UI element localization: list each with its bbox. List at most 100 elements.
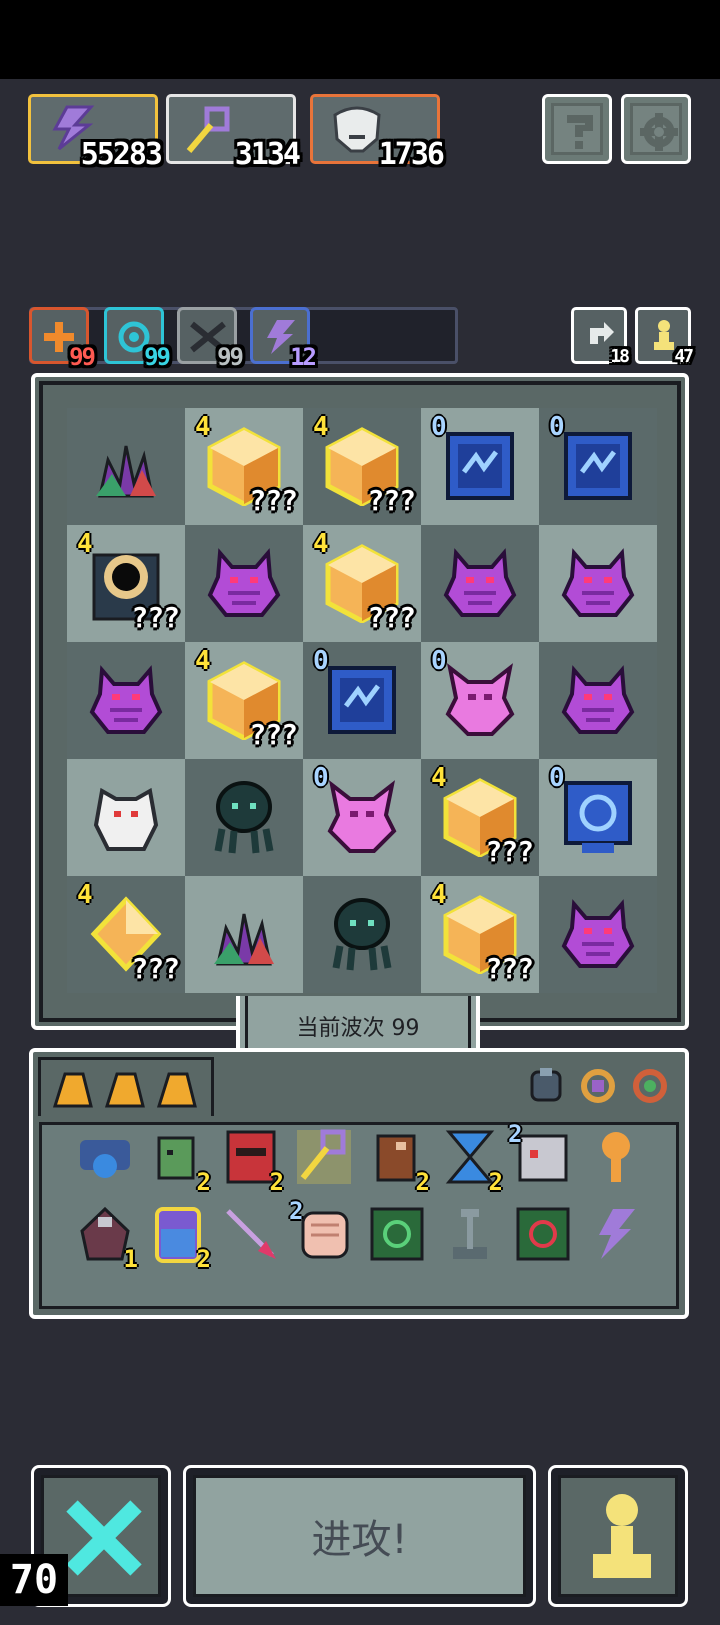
hourglass-item[interactable]: 2 [439, 1126, 503, 1196]
reroll-button[interactable]: 18 [571, 307, 630, 367]
unit-level: 4 [77, 529, 93, 559]
board-cell[interactable]: 0 [303, 642, 421, 759]
purple-demon-sprite [561, 548, 635, 617]
item-count: 1 [123, 1245, 138, 1273]
board-cell[interactable]: 4??? [67, 876, 185, 993]
board-cell[interactable]: 4??? [421, 759, 539, 876]
board-cell[interactable]: 4??? [303, 408, 421, 525]
helmet-counter: 1736 [310, 94, 445, 172]
attack-buff[interactable]: 99 [29, 307, 96, 371]
settings-icon [640, 113, 678, 151]
green-rune-item[interactable] [366, 1203, 428, 1265]
helmet-value: 1736 [378, 137, 445, 172]
board-cell[interactable] [539, 525, 657, 642]
unknown-marker: ??? [367, 601, 416, 634]
board-cell[interactable]: 4??? [185, 642, 303, 759]
unknown-marker: ??? [131, 601, 180, 634]
spiral-buff[interactable]: 99 [104, 307, 171, 371]
status-bar [0, 0, 720, 79]
blue-clock-tablet-sprite [564, 781, 632, 853]
brown-beast-item[interactable]: 2 [366, 1126, 430, 1196]
board-cell[interactable] [67, 759, 185, 876]
shard-icon[interactable] [157, 1072, 197, 1108]
blue-tablet-sprite [328, 666, 396, 734]
lever-item[interactable] [439, 1203, 501, 1265]
crystal-plant-sprite [96, 445, 156, 498]
sword-buff-value: 99 [217, 343, 244, 371]
orange-key-item[interactable] [585, 1126, 647, 1188]
arrow-icon [226, 1209, 276, 1259]
anchor-item[interactable]: 1 [74, 1203, 138, 1273]
board-cell[interactable]: 4??? [67, 525, 185, 642]
unknown-marker: ??? [367, 484, 416, 517]
unit-level: 0 [431, 646, 447, 676]
attack-buff-value: 99 [69, 343, 96, 371]
board-cell[interactable]: 0 [303, 759, 421, 876]
board-cell[interactable] [303, 876, 421, 993]
pink-demon-sprite [327, 780, 397, 853]
blue-orb-icon [80, 1140, 130, 1178]
shard-icon[interactable] [53, 1072, 93, 1108]
board-cell[interactable]: 0 [421, 408, 539, 525]
unit-level: 4 [195, 412, 211, 442]
red-tome-item[interactable]: 2 [220, 1126, 284, 1196]
board-cell[interactable] [185, 525, 303, 642]
cancel-x-icon [66, 1500, 142, 1576]
settings-button[interactable] [621, 94, 691, 164]
amulet-filter-icon[interactable] [630, 1066, 670, 1106]
pawn-counter[interactable]: 47 [635, 307, 694, 367]
board-grid: 4??? 4??? 0 0 4??? 4??? 4??? 0 0 0 4??? 0 4??? 4??? [67, 408, 657, 993]
purple-demon-sprite [89, 665, 163, 734]
item-count: 2 [196, 1245, 211, 1273]
board-cell[interactable] [67, 408, 185, 525]
blue-tablet-sprite [564, 432, 632, 500]
purple-lightning-item[interactable] [585, 1203, 647, 1265]
arrow-item[interactable] [220, 1203, 282, 1265]
magic-wand-item[interactable] [293, 1126, 355, 1188]
board-cell[interactable]: 4??? [185, 408, 303, 525]
red-rune-item[interactable] [512, 1203, 574, 1265]
board-cell[interactable]: 0 [539, 408, 657, 525]
potion-jar-item[interactable]: 2 [147, 1203, 211, 1273]
shard-icon[interactable] [105, 1072, 145, 1108]
help-button[interactable] [542, 94, 612, 164]
unknown-marker: ??? [485, 952, 534, 985]
board-cell[interactable]: 0 [539, 759, 657, 876]
magic-wand-icon [297, 1129, 351, 1184]
board-cell[interactable]: 4??? [421, 876, 539, 993]
pink-demon-sprite [445, 663, 515, 736]
blue-orb-item[interactable] [74, 1126, 136, 1188]
board-cell[interactable] [185, 876, 303, 993]
robot-item[interactable]: 2 [508, 1120, 574, 1188]
unit-level: 0 [313, 763, 329, 793]
board-cell[interactable] [539, 876, 657, 993]
fist-item[interactable]: 2 [289, 1197, 355, 1265]
energy-counter: 55283 [28, 94, 163, 172]
item-count: 2 [488, 1168, 503, 1196]
armor-filter-icon[interactable] [526, 1066, 566, 1106]
purple-demon-sprite [443, 548, 517, 617]
unit-level: 4 [195, 646, 211, 676]
green-goblin-item[interactable]: 2 [147, 1126, 211, 1196]
attack-button[interactable]: 进攻! [183, 1465, 536, 1607]
board-cell[interactable] [67, 642, 185, 759]
board-cell[interactable]: 0 [421, 642, 539, 759]
sword-buff[interactable]: 99 [177, 307, 244, 371]
board-cell[interactable] [539, 642, 657, 759]
board-cell[interactable] [421, 525, 539, 642]
unit-level: 0 [313, 646, 329, 676]
attack-label: 进攻! [311, 1517, 408, 1563]
ring-filter-icon[interactable] [578, 1066, 618, 1106]
board-cell[interactable]: 4??? [303, 525, 421, 642]
pawn-button[interactable] [548, 1465, 688, 1607]
white-golem-sprite [93, 787, 159, 851]
board-cell[interactable] [185, 759, 303, 876]
green-rune-icon [370, 1207, 424, 1261]
lightning-buff[interactable]: 12 [250, 307, 317, 371]
lightning-buff-value: 12 [290, 343, 317, 371]
crystal-plant-sprite [214, 913, 274, 966]
unit-level: 4 [431, 763, 447, 793]
unit-level: 4 [431, 880, 447, 910]
purple-demon-sprite [561, 665, 635, 734]
dark-squid-sprite [214, 781, 274, 854]
